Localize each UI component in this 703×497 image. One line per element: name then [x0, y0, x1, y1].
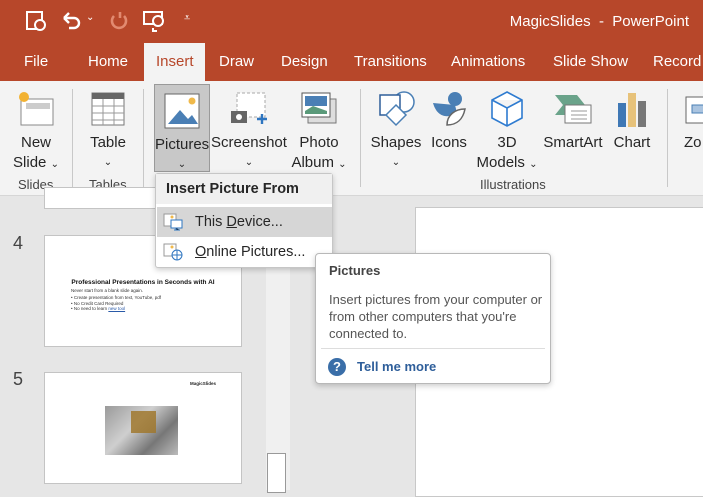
tab-transitions[interactable]: Transitions [342, 43, 439, 81]
tab-home[interactable]: Home [76, 43, 140, 81]
menu-item-online-pictures[interactable]: Online Pictures... [157, 237, 332, 267]
menu-header: Insert Picture From [156, 174, 332, 204]
zoom-button[interactable]: Zo [680, 83, 703, 153]
tab-draw[interactable]: Draw [207, 43, 266, 81]
customize-qat-icon[interactable]: ⩡ [184, 12, 190, 25]
magicslides-logo: MagicSlides [190, 381, 217, 386]
chart-icon [612, 89, 652, 129]
icons-icon [429, 89, 469, 129]
separator [143, 89, 144, 187]
tell-me-more-link[interactable]: Tell me more [357, 359, 436, 374]
screenshot-icon [229, 89, 269, 129]
group-label-illustrations: Illustrations [480, 177, 546, 192]
separator [360, 89, 361, 187]
tab-animations[interactable]: Animations [439, 43, 537, 81]
tab-record[interactable]: Record [641, 43, 703, 81]
deer-image [105, 406, 178, 455]
smartart-icon [553, 89, 593, 129]
tab-file[interactable]: File [12, 43, 60, 81]
autosave-icon[interactable] [25, 10, 47, 32]
slide-thumbnail-5[interactable]: MagicSlides [44, 372, 242, 484]
new-slide-icon [16, 89, 56, 129]
3d-cube-icon [487, 89, 527, 129]
smartart-button[interactable]: SmartArt [540, 83, 606, 153]
title-bar: ⌄ ⩡ MagicSlides - PowerPoint [0, 0, 703, 43]
online-picture-icon [163, 243, 183, 261]
shapes-icon [376, 89, 416, 129]
undo-dropdown-icon[interactable]: ⌄ [86, 12, 94, 23]
zoom-icon [684, 89, 703, 129]
ribbon-tabs: File Home Insert Draw Design Transitions… [0, 43, 703, 81]
tab-design[interactable]: Design [269, 43, 340, 81]
window-title: MagicSlides - PowerPoint [509, 13, 689, 30]
slide-number: 4 [13, 233, 24, 253]
device-picture-icon [163, 213, 183, 231]
help-icon: ? [328, 358, 346, 376]
present-icon[interactable] [142, 10, 166, 32]
insert-picture-menu: Insert Picture From This Device... Onlin… [155, 173, 333, 268]
photo-album-button[interactable]: Photo Album ⌄ [288, 83, 350, 175]
photo-album-icon [299, 89, 339, 129]
icons-button[interactable]: Icons [426, 83, 472, 153]
new-slide-button[interactable]: New Slide ⌄ [6, 83, 66, 175]
3d-models-button[interactable]: 3D Models ⌄ [474, 83, 540, 175]
redo-icon[interactable] [108, 10, 130, 32]
separator [667, 89, 668, 187]
tab-slide-show[interactable]: Slide Show [541, 43, 640, 81]
undo-icon[interactable] [60, 10, 82, 32]
slide-number: 5 [13, 369, 24, 389]
chart-button[interactable]: Chart [610, 83, 654, 153]
table-button[interactable]: Table ⌄ [80, 83, 136, 173]
divider [321, 348, 545, 349]
separator [72, 89, 73, 187]
scrollbar-thumb[interactable] [267, 453, 286, 493]
menu-item-this-device[interactable]: This Device... [157, 207, 332, 237]
tab-insert[interactable]: Insert [144, 43, 205, 81]
shapes-button[interactable]: Shapes ⌄ [368, 83, 424, 173]
screenshot-button[interactable]: Screenshot ⌄ [211, 83, 287, 173]
pictures-icon [162, 91, 202, 131]
pictures-button[interactable]: Pictures ⌄ [154, 84, 210, 172]
table-icon [88, 89, 128, 129]
pictures-tooltip: Pictures Insert pictures from your compu… [315, 253, 551, 384]
ribbon: New Slide ⌄ Table ⌄ Pictures ⌄ Screenshot ⌄… [0, 81, 703, 196]
